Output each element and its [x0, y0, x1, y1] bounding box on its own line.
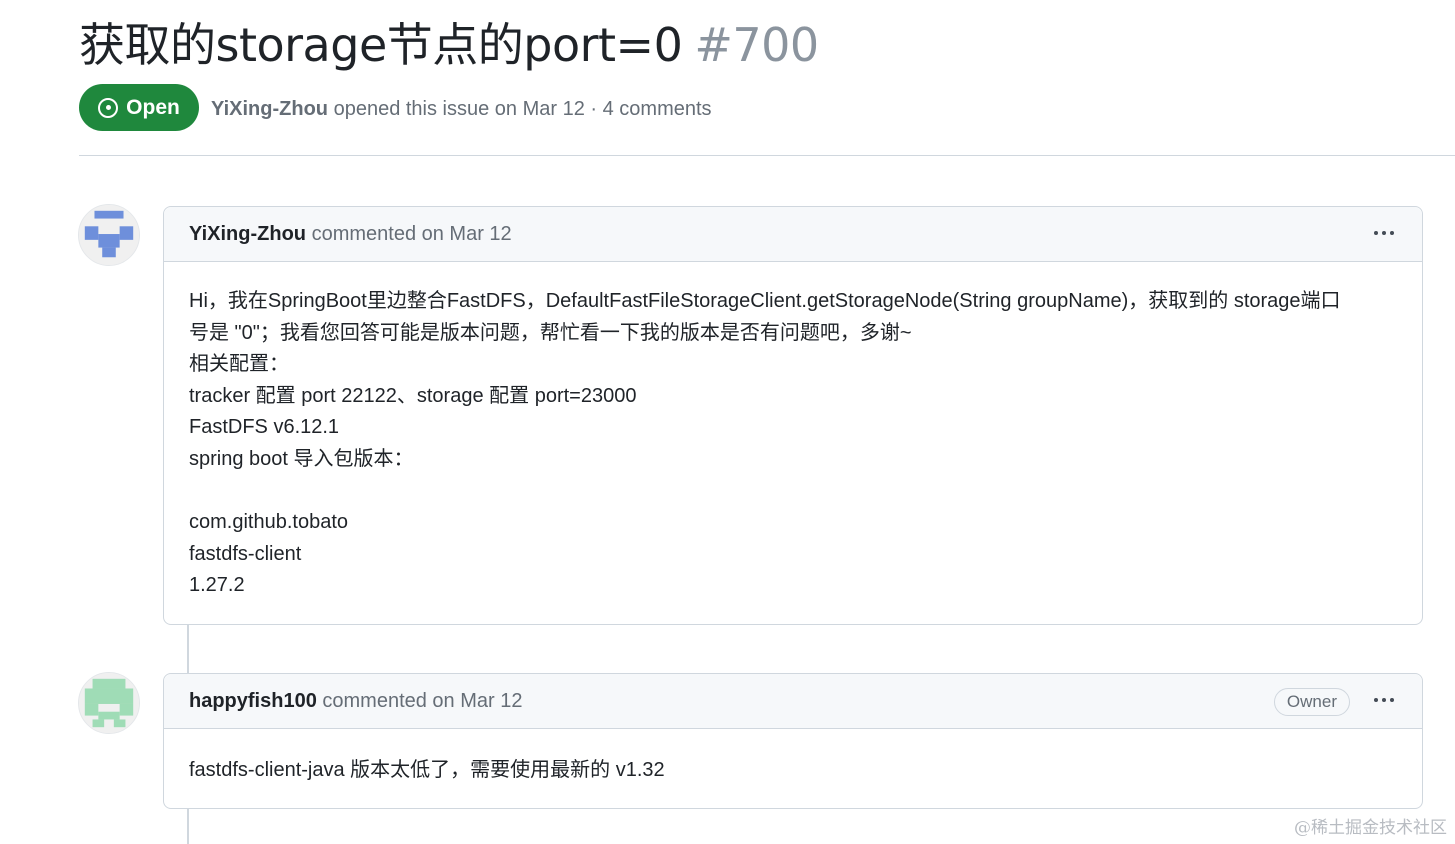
comment-card: happyfish100 commented on Mar 12 Owner f…: [163, 673, 1423, 809]
issue-title-text: 获取的storage节点的port=0: [79, 18, 683, 72]
comment-body: Hi，我在SpringBoot里边整合FastDFS，DefaultFastFi…: [164, 262, 1422, 624]
comment-byline: happyfish100 commented on Mar 12: [189, 688, 522, 714]
comment-author[interactable]: YiXing-Zhou: [189, 223, 306, 245]
issue-state-label: Open: [126, 95, 180, 119]
avatar[interactable]: [78, 204, 140, 266]
timeline-connector: [187, 808, 189, 844]
comment-header: YiXing-Zhou commented on Mar 12: [164, 207, 1422, 262]
issue-number: #700: [694, 18, 819, 72]
comment-line: fastdfs-client-java 版本太低了，需要使用最新的 v1.32: [189, 759, 665, 781]
issue-meta: YiXing-Zhou opened this issue on Mar 12 …: [211, 95, 712, 123]
comment-body: fastdfs-client-java 版本太低了，需要使用最新的 v1.32: [164, 729, 1422, 809]
comment-line: fastdfs-client: [189, 542, 302, 565]
issue-opened-icon: [98, 97, 119, 118]
comment-action: commented on Mar 12: [316, 690, 523, 712]
comment-line: 相关配置：: [189, 353, 289, 376]
comment-header: happyfish100 commented on Mar 12 Owner: [164, 674, 1422, 729]
issue-title: 获取的storage节点的port=0 #700: [79, 14, 819, 76]
issue-meta-text: opened this issue on Mar 12 · 4 comments: [328, 98, 712, 120]
watermark: @稀土掘金技术社区: [1294, 818, 1447, 838]
timeline-connector: [187, 624, 189, 674]
comment-line: spring boot 导入包版本：: [189, 447, 414, 470]
kebab-horizontal-icon[interactable]: [1374, 698, 1394, 702]
comment-line: FastDFS v6.12.1: [189, 416, 340, 439]
comment-byline: YiXing-Zhou commented on Mar 12: [189, 221, 512, 247]
identicon-avatar-icon: [79, 205, 139, 265]
identicon-avatar-icon: [79, 673, 139, 733]
comment-line: com.github.tobato: [189, 511, 348, 534]
comment-card: YiXing-Zhou commented on Mar 12 Hi，我在Spr…: [163, 206, 1423, 625]
comment-blank-line: [189, 476, 1397, 508]
comment-line: 号是 "0"；我看您回答可能是版本问题，帮忙看一下我的版本是否有问题吧，多谢~: [189, 321, 912, 344]
comment-line: 1.27.2: [189, 574, 245, 597]
issue-author-link[interactable]: YiXing-Zhou: [211, 98, 328, 120]
kebab-horizontal-icon[interactable]: [1374, 231, 1394, 235]
comment-author[interactable]: happyfish100: [189, 690, 317, 712]
avatar[interactable]: [78, 672, 140, 734]
comment-line: Hi，我在SpringBoot里边整合FastDFS，DefaultFastFi…: [189, 290, 1341, 312]
comment-action: commented on Mar 12: [306, 223, 512, 245]
header-divider: [79, 155, 1455, 156]
comment-line: tracker 配置 port 22122、storage 配置 port=23…: [189, 384, 637, 407]
issue-state-badge: Open: [79, 84, 199, 131]
owner-badge: Owner: [1273, 688, 1350, 716]
